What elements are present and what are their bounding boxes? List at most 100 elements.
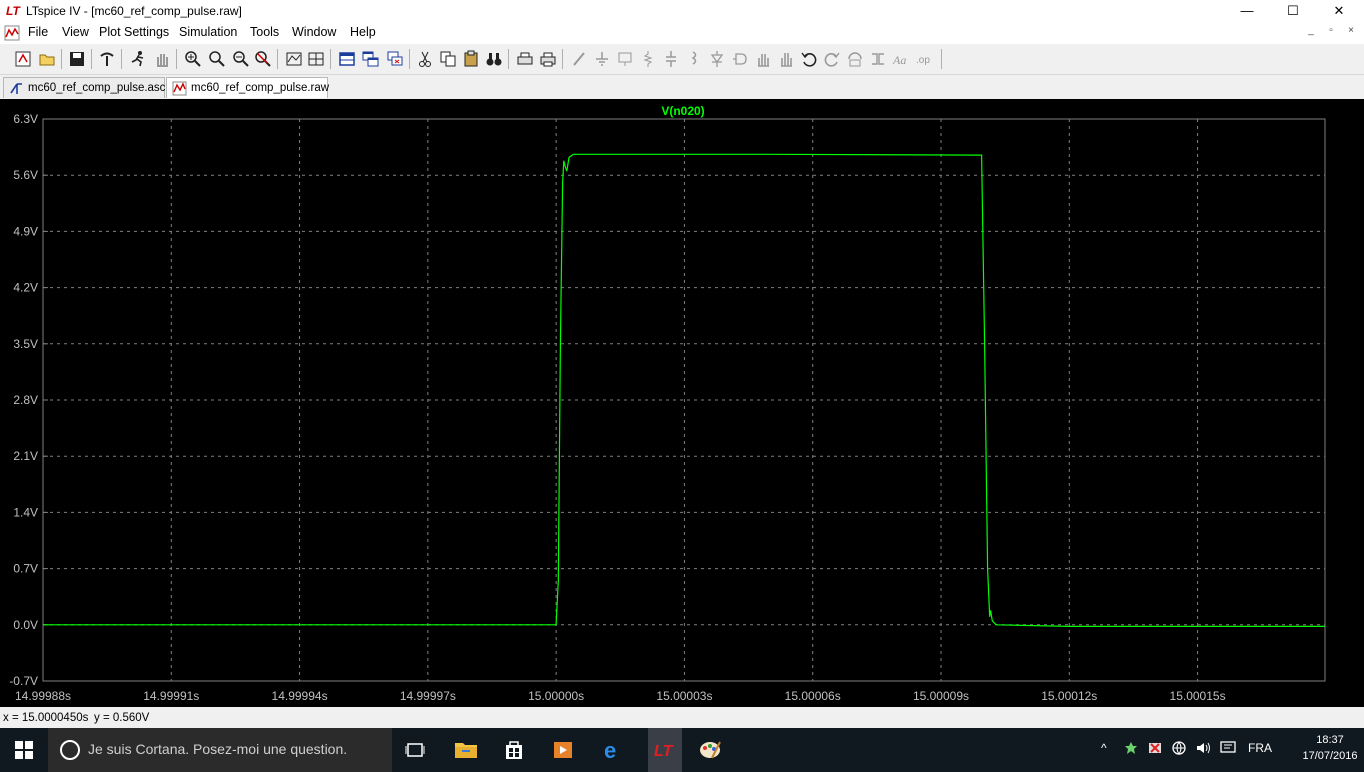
spice-directive-icon[interactable]: .op [914, 49, 934, 69]
menu-window[interactable]: Window [292, 25, 336, 39]
svg-text:e: e [604, 738, 616, 762]
rotate-icon[interactable] [845, 49, 865, 69]
redo-icon[interactable] [822, 49, 842, 69]
schematic-tab-icon [10, 83, 22, 94]
mdi-minimize-button[interactable]: _ [1302, 25, 1320, 41]
zoom-area-icon[interactable] [207, 49, 227, 69]
waveform-plot[interactable]: 6.3V 5.6V 4.9V 4.2V 3.5V 2.8V 2.1V 1.4V 0.7V 0.0V… [0, 99, 1364, 707]
clock[interactable]: 18:37 17/07/2016 [1300, 732, 1360, 764]
tray-network-icon[interactable] [1172, 741, 1186, 758]
menu-help[interactable]: Help [350, 25, 376, 39]
store-icon[interactable] [500, 736, 528, 764]
ltspice-icon[interactable]: LT [648, 728, 682, 772]
cortana-search-box[interactable]: Je suis Cortana. Posez-moi une question. [48, 728, 392, 772]
close-button[interactable]: ✕ [1316, 0, 1362, 22]
find-icon[interactable] [484, 49, 504, 69]
save-icon[interactable] [67, 49, 87, 69]
y-tick-label: 3.5V [13, 337, 38, 351]
capacitor-icon[interactable] [661, 49, 681, 69]
x-tick-label: 14.99988s [15, 689, 71, 703]
language-indicator[interactable]: FRA [1248, 741, 1272, 755]
control-panel-icon[interactable] [97, 49, 117, 69]
y-tick-label: 1.4V [13, 505, 38, 519]
mirror-icon[interactable] [868, 49, 888, 69]
edge-icon[interactable]: e [599, 736, 627, 764]
y-tick-label: 5.6V [13, 168, 38, 182]
cascade-icon[interactable] [337, 49, 357, 69]
undo-icon[interactable] [799, 49, 819, 69]
run-icon[interactable] [128, 49, 148, 69]
tray-volume-icon[interactable] [1196, 741, 1212, 758]
inductor-icon[interactable] [684, 49, 704, 69]
y-tick-label: 0.7V [13, 562, 38, 576]
title-bar: LT LTspice IV - [mc60_ref_comp_pulse.raw… [0, 0, 1364, 22]
y-tick-label: 2.1V [13, 449, 38, 463]
toolbar: Aa .op [0, 44, 1364, 75]
resistor-icon[interactable] [638, 49, 658, 69]
print-setup-icon[interactable] [515, 49, 535, 69]
ground-icon[interactable] [592, 49, 612, 69]
paint-icon[interactable] [696, 736, 724, 764]
media-player-icon[interactable] [549, 736, 577, 764]
tab-waveform[interactable]: mc60_ref_comp_pulse.raw [166, 77, 329, 98]
drag-icon[interactable] [776, 49, 796, 69]
minimize-button[interactable]: — [1224, 0, 1270, 22]
wire-icon[interactable] [569, 49, 589, 69]
tray-chevron-icon[interactable]: ^ [1101, 741, 1107, 755]
file-explorer-icon[interactable] [452, 736, 480, 764]
zoom-out-icon[interactable] [231, 49, 251, 69]
cut-icon[interactable] [415, 49, 435, 69]
menu-tools[interactable]: Tools [250, 25, 279, 39]
tray-app-icon[interactable] [1124, 741, 1138, 758]
x-tick-label: 15.00006s [785, 689, 841, 703]
x-tick-label: 15.00015s [1170, 689, 1226, 703]
tile-vertical-icon[interactable] [306, 49, 326, 69]
document-tabs: mc60_ref_comp_pulse.asc mc60_ref_comp_pu… [0, 75, 1364, 99]
maximize-button[interactable]: ☐ [1270, 0, 1316, 22]
windows-taskbar: Je suis Cortana. Posez-moi une question.… [0, 728, 1364, 772]
tray-notification-icon[interactable] [1220, 741, 1236, 758]
task-view-icon[interactable] [402, 736, 430, 764]
waveform-document-icon[interactable] [4, 25, 20, 41]
start-button[interactable] [0, 728, 48, 772]
copy-icon[interactable] [438, 49, 458, 69]
print-icon[interactable] [538, 49, 558, 69]
waveform-chart[interactable]: 6.3V 5.6V 4.9V 4.2V 3.5V 2.8V 2.1V 1.4V 0.7V 0.0V… [0, 99, 1364, 707]
autorange-icon[interactable] [284, 49, 304, 69]
search-placeholder: Je suis Cortana. Posez-moi une question. [88, 741, 348, 757]
menu-file[interactable]: File [28, 25, 48, 39]
x-tick-label: 14.99994s [272, 689, 328, 703]
y-tick-label: 0.0V [13, 618, 38, 632]
clock-time: 18:37 [1316, 734, 1344, 746]
label-icon[interactable] [615, 49, 635, 69]
menu-view[interactable]: View [62, 25, 89, 39]
open-icon[interactable] [37, 49, 57, 69]
y-tick-label: 4.9V [13, 224, 38, 238]
diode-icon[interactable] [707, 49, 727, 69]
halt-icon[interactable] [152, 49, 172, 69]
tab-schematic[interactable]: mc60_ref_comp_pulse.asc [3, 77, 165, 98]
tab-label: mc60_ref_comp_pulse.asc [28, 82, 166, 94]
svg-text:.op: .op [916, 55, 930, 66]
mdi-restore-button[interactable]: ▫ [1322, 25, 1340, 41]
zoom-cancel-icon[interactable] [253, 49, 273, 69]
svg-text:LT: LT [654, 743, 674, 760]
close-window-icon[interactable] [385, 49, 405, 69]
x-tick-label: 15.00003s [656, 689, 712, 703]
tray-security-icon[interactable] [1148, 741, 1162, 758]
menu-plot-settings[interactable]: Plot Settings [99, 25, 169, 39]
cursor-y-readout: y = 0.560V [94, 712, 150, 724]
new-schematic-icon[interactable] [13, 49, 33, 69]
tile-horizontal-icon[interactable] [361, 49, 381, 69]
trace-label[interactable]: V(n020) [661, 104, 704, 118]
x-tick-label: 14.99991s [143, 689, 199, 703]
mdi-close-button[interactable]: × [1342, 25, 1360, 41]
component-icon[interactable] [730, 49, 750, 69]
zoom-in-icon[interactable] [183, 49, 203, 69]
menu-simulation[interactable]: Simulation [179, 25, 237, 39]
x-tick-label: 15.00012s [1041, 689, 1097, 703]
text-icon[interactable]: Aa [891, 49, 911, 69]
move-icon[interactable] [753, 49, 773, 69]
x-tick-label: 14.99997s [400, 689, 456, 703]
paste-icon[interactable] [461, 49, 481, 69]
